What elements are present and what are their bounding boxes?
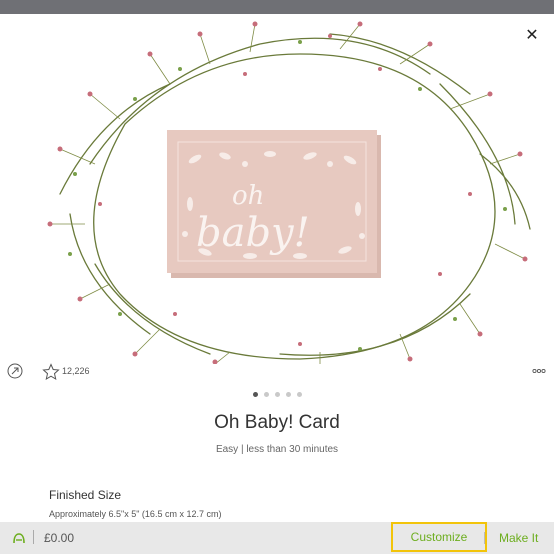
finished-size-value: Approximately 6.5"x 5" (16.5 cm x 12.7 c… (49, 509, 222, 519)
finished-size-heading: Finished Size (49, 488, 122, 502)
carousel-dot[interactable] (252, 392, 258, 397)
project-difficulty: Easy | less than 30 minutes (215, 444, 339, 455)
carousel-dot[interactable] (263, 392, 269, 397)
project-title: Oh Baby! Card (214, 412, 340, 433)
divider (484, 532, 485, 544)
bottom-action-bar: £0.00 Customize Make It (0, 522, 554, 554)
share-icon[interactable] (7, 363, 23, 379)
wreath-and-card-illustration: oh baby! (47, 21, 531, 365)
divider (33, 530, 34, 544)
price: £0.00 (44, 531, 75, 545)
favorites-count: 12,226 (62, 366, 90, 376)
carousel-dot[interactable] (296, 392, 302, 397)
carousel-dot[interactable] (274, 392, 280, 397)
project-image: oh baby! (0, 14, 554, 365)
make-it-button[interactable]: Make It (499, 531, 538, 545)
project-modal: oh baby! ✕ 12,226 Oh Baby! Card Easy | l… (0, 14, 554, 554)
carousel-indicator (0, 392, 554, 397)
card-text-oh: oh (232, 181, 264, 211)
star-icon[interactable] (42, 363, 60, 381)
carousel-dot[interactable] (285, 392, 291, 397)
close-icon: ✕ (525, 27, 539, 44)
customize-button[interactable]: Customize (391, 522, 487, 552)
project-meta-row: 12,226 (0, 363, 554, 381)
more-icon[interactable] (532, 363, 546, 379)
cricut-access-icon (13, 533, 25, 544)
close-button[interactable]: ✕ (524, 28, 540, 44)
card-text-baby: baby! (196, 210, 310, 256)
